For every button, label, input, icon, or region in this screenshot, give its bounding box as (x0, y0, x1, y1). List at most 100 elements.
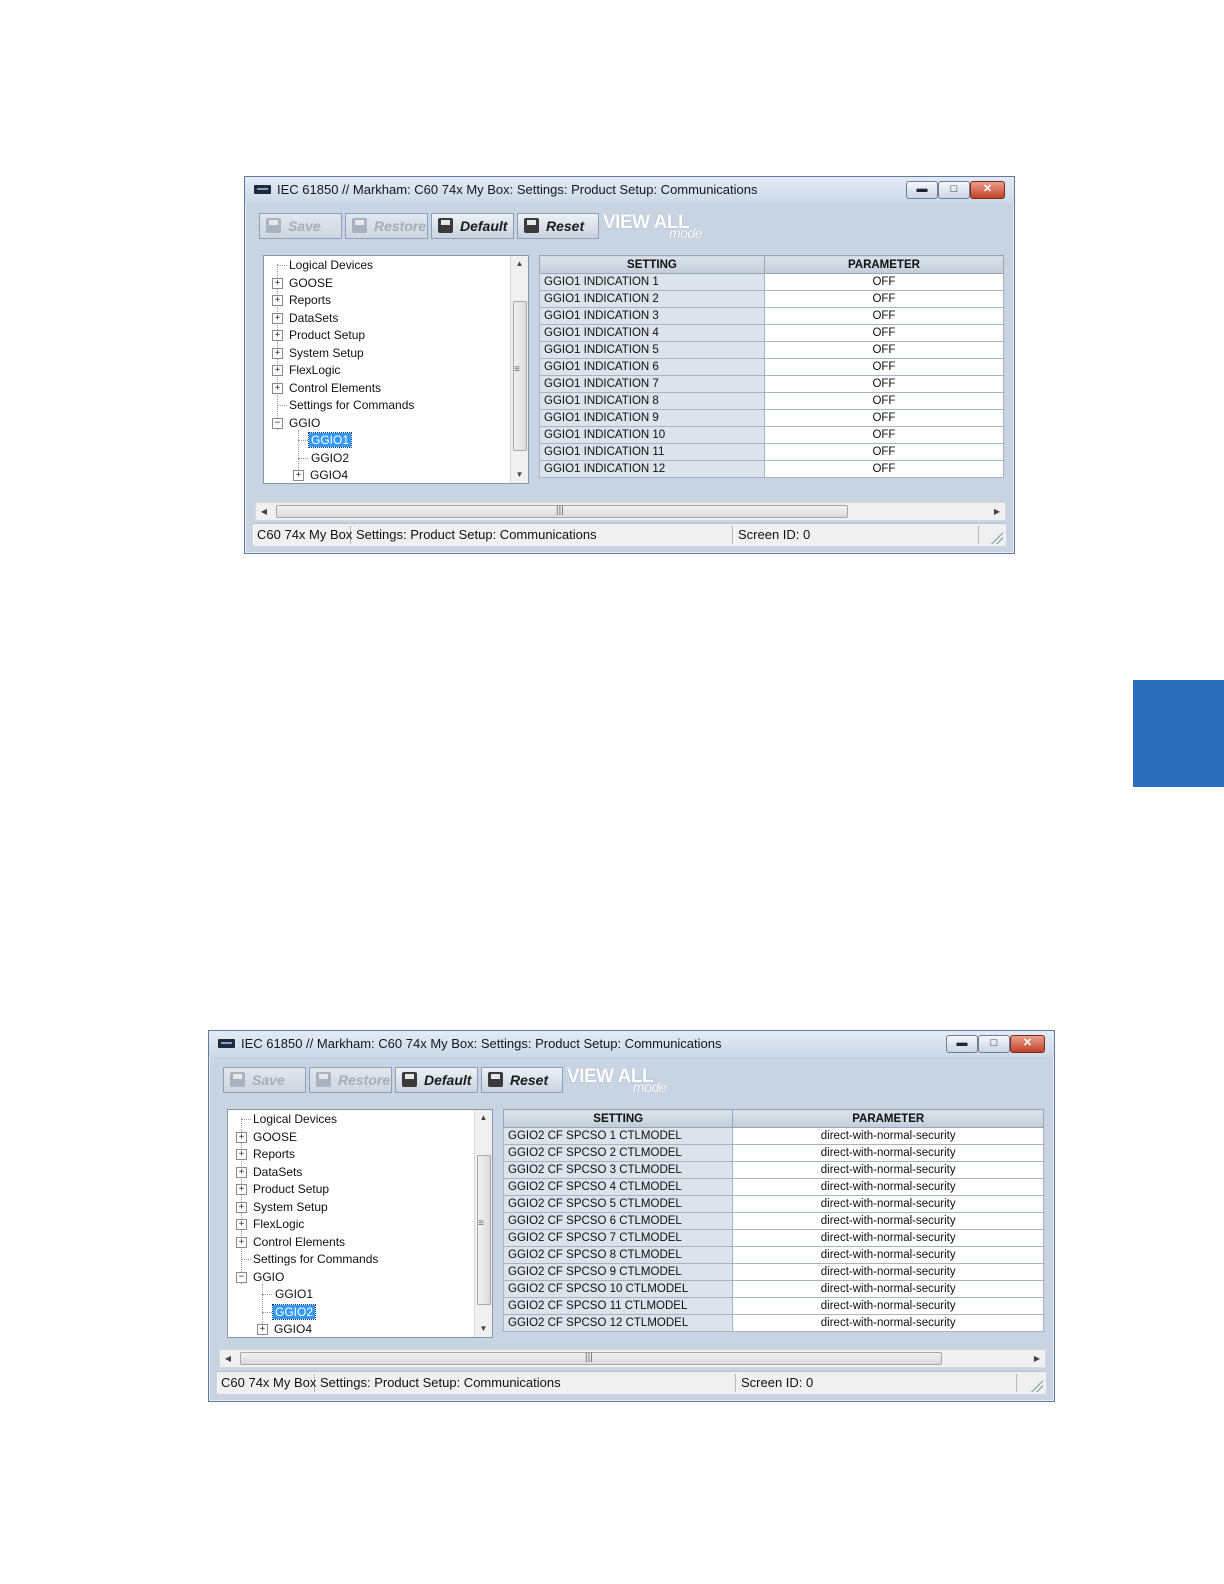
tree-item-goose[interactable]: + GOOSE (236, 1129, 299, 1145)
table-row[interactable]: GGIO1 INDICATION 10 OFF (539, 426, 1004, 444)
tree-item-datasets[interactable]: + DataSets (236, 1164, 304, 1180)
resize-grip-icon[interactable] (1031, 1380, 1043, 1392)
table-row[interactable]: GGIO2 CF SPCSO 7 CTLMODEL direct-with-nor… (503, 1229, 1044, 1247)
parameter-value-cell[interactable]: OFF (763, 392, 1004, 410)
settings-tree[interactable]: Logical Devices + GOOSE + Reports + Data… (263, 255, 529, 484)
scroll-right-icon[interactable]: ▶ (1029, 1350, 1045, 1367)
tree-item-logical-devices[interactable]: Logical Devices (241, 1111, 339, 1127)
tree-item-ggio2[interactable]: GGIO2 (262, 1304, 317, 1320)
tree-item-flexlogic[interactable]: + FlexLogic (236, 1216, 306, 1232)
collapse-icon[interactable]: − (272, 418, 283, 429)
settings-tree[interactable]: Logical Devices + GOOSE + Reports + Data… (227, 1109, 493, 1338)
maximize-button[interactable]: □ (938, 181, 970, 199)
table-row[interactable]: GGIO1 INDICATION 2 OFF (539, 290, 1004, 308)
collapse-icon[interactable]: − (236, 1272, 247, 1283)
table-row[interactable]: GGIO1 INDICATION 6 OFF (539, 358, 1004, 376)
scroll-thumb[interactable] (477, 1155, 491, 1305)
default-button[interactable]: Default (395, 1067, 478, 1093)
tree-vertical-scrollbar[interactable]: ▲ ≡ ▼ (510, 256, 528, 483)
table-row[interactable]: GGIO1 INDICATION 7 OFF (539, 375, 1004, 393)
expand-icon[interactable]: + (272, 295, 283, 306)
parameter-value-cell[interactable]: direct-with-normal-security (732, 1263, 1044, 1281)
default-button[interactable]: Default (431, 213, 514, 239)
parameter-value-cell[interactable]: OFF (763, 290, 1004, 308)
table-row[interactable]: GGIO2 CF SPCSO 5 CTLMODEL direct-with-nor… (503, 1195, 1044, 1213)
tree-item-product-setup[interactable]: + Product Setup (272, 327, 367, 343)
expand-icon[interactable]: + (236, 1184, 247, 1195)
parameter-value-cell[interactable]: direct-with-normal-security (732, 1161, 1044, 1179)
restore-button[interactable]: Restore (345, 213, 428, 239)
parameter-value-cell[interactable]: OFF (763, 324, 1004, 342)
parameter-value-cell[interactable]: OFF (763, 273, 1004, 291)
table-row[interactable]: GGIO1 INDICATION 1 OFF (539, 273, 1004, 291)
expand-icon[interactable]: + (236, 1237, 247, 1248)
expand-icon[interactable]: + (236, 1219, 247, 1230)
parameter-value-cell[interactable]: direct-with-normal-security (732, 1195, 1044, 1213)
close-button[interactable]: ✕ (1010, 1035, 1045, 1053)
tree-item-product-setup[interactable]: + Product Setup (236, 1181, 331, 1197)
reset-button[interactable]: Reset (517, 213, 599, 239)
expand-icon[interactable]: + (236, 1132, 247, 1143)
scroll-left-icon[interactable]: ◀ (256, 503, 272, 520)
parameter-value-cell[interactable]: direct-with-normal-security (732, 1297, 1044, 1315)
expand-icon[interactable]: + (272, 313, 283, 324)
horizontal-scrollbar[interactable]: ◀ ||| ▶ (219, 1349, 1046, 1368)
scroll-thumb[interactable] (513, 301, 527, 451)
table-row[interactable]: GGIO1 INDICATION 5 OFF (539, 341, 1004, 359)
tree-item-settings-for-commands[interactable]: Settings for Commands (241, 1251, 380, 1267)
minimize-button[interactable]: ▬ (906, 181, 938, 199)
parameter-value-cell[interactable]: OFF (763, 426, 1004, 444)
tree-item-ggio1[interactable]: GGIO1 (298, 432, 353, 448)
reset-button[interactable]: Reset (481, 1067, 563, 1093)
expand-icon[interactable]: + (272, 330, 283, 341)
expand-icon[interactable]: + (236, 1202, 247, 1213)
title-bar[interactable]: IEC 61850 // Markham: C60 74x My Box: Se… (245, 177, 1014, 203)
tree-item-system-setup[interactable]: + System Setup (272, 345, 366, 361)
table-row[interactable]: GGIO2 CF SPCSO 6 CTLMODEL direct-with-nor… (503, 1212, 1044, 1230)
save-button[interactable]: Save (223, 1067, 306, 1093)
parameter-value-cell[interactable]: OFF (763, 307, 1004, 325)
table-row[interactable]: GGIO2 CF SPCSO 3 CTLMODEL direct-with-nor… (503, 1161, 1044, 1179)
scroll-up-icon[interactable]: ▲ (511, 256, 528, 272)
minimize-button[interactable]: ▬ (946, 1035, 978, 1053)
tree-vertical-scrollbar[interactable]: ▲ ≡ ▼ (474, 1110, 492, 1337)
parameter-value-cell[interactable]: direct-with-normal-security (732, 1178, 1044, 1196)
column-header-parameter[interactable]: PARAMETER (732, 1109, 1044, 1128)
tree-item-ggio[interactable]: − GGIO (272, 415, 322, 431)
column-header-setting[interactable]: SETTING (539, 255, 765, 274)
parameter-value-cell[interactable]: direct-with-normal-security (732, 1314, 1044, 1332)
expand-icon[interactable]: + (272, 383, 283, 394)
tree-item-datasets[interactable]: + DataSets (272, 310, 340, 326)
column-header-setting[interactable]: SETTING (503, 1109, 734, 1128)
tree-item-control-elements[interactable]: + Control Elements (236, 1234, 347, 1250)
parameter-value-cell[interactable]: OFF (763, 409, 1004, 427)
tree-item-logical-devices[interactable]: Logical Devices (277, 257, 375, 273)
table-row[interactable]: GGIO2 CF SPCSO 11 CTLMODEL direct-with-no… (503, 1297, 1044, 1315)
tree-item-ggio1[interactable]: GGIO1 (262, 1286, 315, 1302)
table-row[interactable]: GGIO1 INDICATION 11 OFF (539, 443, 1004, 461)
table-row[interactable]: GGIO2 CF SPCSO 9 CTLMODEL direct-with-nor… (503, 1263, 1044, 1281)
parameter-value-cell[interactable]: OFF (763, 375, 1004, 393)
save-button[interactable]: Save (259, 213, 342, 239)
parameter-value-cell[interactable]: OFF (763, 460, 1004, 478)
parameter-value-cell[interactable]: direct-with-normal-security (732, 1144, 1044, 1162)
table-row[interactable]: GGIO1 INDICATION 8 OFF (539, 392, 1004, 410)
tree-item-reports[interactable]: + Reports (272, 292, 333, 308)
parameter-value-cell[interactable]: OFF (763, 358, 1004, 376)
table-row[interactable]: GGIO2 CF SPCSO 10 CTLMODEL direct-with-no… (503, 1280, 1044, 1298)
tree-item-reports[interactable]: + Reports (236, 1146, 297, 1162)
parameter-value-cell[interactable]: direct-with-normal-security (732, 1246, 1044, 1264)
scroll-right-icon[interactable]: ▶ (989, 503, 1005, 520)
table-row[interactable]: GGIO2 CF SPCSO 12 CTLMODEL direct-with-no… (503, 1314, 1044, 1332)
scroll-down-icon[interactable]: ▼ (475, 1321, 492, 1337)
tree-item-flexlogic[interactable]: + FlexLogic (272, 362, 342, 378)
tree-item-settings-for-commands[interactable]: Settings for Commands (277, 397, 416, 413)
parameter-value-cell[interactable]: direct-with-normal-security (732, 1229, 1044, 1247)
maximize-button[interactable]: □ (978, 1035, 1010, 1053)
resize-grip-icon[interactable] (991, 532, 1003, 544)
close-button[interactable]: ✕ (970, 181, 1005, 199)
parameter-value-cell[interactable]: direct-with-normal-security (732, 1280, 1044, 1298)
parameter-value-cell[interactable]: OFF (763, 341, 1004, 359)
expand-icon[interactable]: + (272, 348, 283, 359)
parameter-value-cell[interactable]: direct-with-normal-security (732, 1127, 1044, 1145)
